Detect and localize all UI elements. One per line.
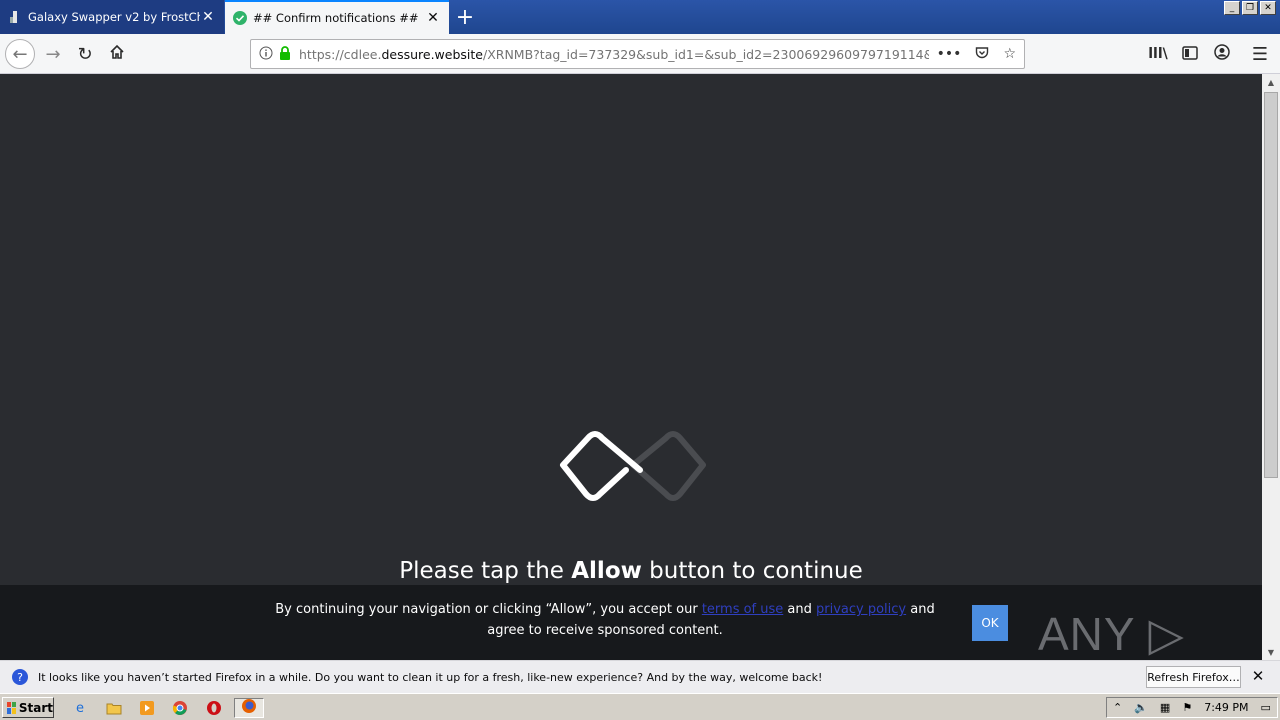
account-icon xyxy=(1214,43,1230,65)
page-content: Please tap the Allow button to continue … xyxy=(0,74,1262,660)
url-path: /XRNMB?tag_id=737329&sub_id1=&sub_id2=23… xyxy=(482,46,974,62)
restore-button[interactable]: ❐ xyxy=(1242,1,1258,15)
action-center-flag-icon[interactable]: ⚑ xyxy=(1182,701,1192,714)
reload-icon: ↻ xyxy=(77,43,93,65)
anyrun-watermark: ANY ▷ RUN xyxy=(1038,608,1185,660)
tab-strip: Galaxy Swapper v2 by FrostChanger ✕ ## C… xyxy=(0,0,1280,34)
show-desktop-icon[interactable]: ▭ xyxy=(1261,701,1271,714)
network-icon[interactable]: ▦ xyxy=(1160,701,1170,714)
bookmark-star-icon[interactable]: ☆ xyxy=(1003,46,1016,64)
clock[interactable]: 7:49 PM xyxy=(1204,701,1248,714)
scrollbar-thumb[interactable] xyxy=(1264,92,1278,478)
menu-button[interactable]: ☰ xyxy=(1245,39,1275,69)
folder-icon[interactable] xyxy=(104,698,124,718)
notification-message: It looks like you haven’t started Firefo… xyxy=(38,670,823,684)
consent-text: By continuing your navigation or clickin… xyxy=(255,599,955,641)
window-controls: _ ❐ ✕ xyxy=(1224,1,1276,15)
check-circle-icon xyxy=(233,11,247,25)
new-tab-button[interactable]: + xyxy=(452,4,478,30)
headline-text-end: button to continue xyxy=(641,558,863,584)
ok-button[interactable]: OK xyxy=(972,605,1008,641)
opera-icon[interactable] xyxy=(204,698,224,718)
tray-expand-icon[interactable]: ⌃ xyxy=(1113,701,1122,714)
tab-confirm-notifications[interactable]: ## Confirm notifications ## ✕ xyxy=(225,0,449,34)
hamburger-menu-icon: ☰ xyxy=(1251,43,1269,65)
nav-bar: ← → ↻ https://cdlee. dessure.website/XRNM… xyxy=(0,34,1280,74)
refresh-firefox-button[interactable]: Refresh Firefox… xyxy=(1146,666,1241,688)
scroll-up-icon[interactable]: ▲ xyxy=(1262,74,1280,90)
ie-icon[interactable]: e xyxy=(70,698,90,718)
sidebar-button[interactable] xyxy=(1175,39,1205,69)
windows-logo-icon xyxy=(7,701,16,714)
scroll-down-icon[interactable]: ▼ xyxy=(1262,644,1280,660)
url-bar[interactable]: https://cdlee. dessure.website/XRNMB?tag_… xyxy=(250,39,1025,69)
minimize-button[interactable]: _ xyxy=(1224,1,1240,15)
arrow-right-icon: → xyxy=(45,43,61,65)
close-tab-icon[interactable]: ✕ xyxy=(425,10,441,26)
site-favicon-icon xyxy=(8,10,22,24)
forward-button[interactable]: → xyxy=(38,39,68,69)
url-prefix: https://cdlee. xyxy=(299,46,382,62)
close-notification-icon[interactable]: ✕ xyxy=(1250,667,1266,685)
tab-title: Galaxy Swapper v2 by FrostChanger xyxy=(28,10,200,24)
page-scrollbar[interactable]: ▲ ▼ xyxy=(1262,74,1280,660)
system-tray: ⌃ 🔈 ▦ ⚑ 7:49 PM ▭ xyxy=(1106,697,1278,718)
page-headline: Please tap the Allow button to continue xyxy=(0,558,1262,584)
media-player-icon[interactable] xyxy=(137,698,157,718)
back-button[interactable]: ← xyxy=(5,39,35,69)
tab-title: ## Confirm notifications ## xyxy=(253,11,419,25)
headline-bold-text: Allow xyxy=(571,558,642,584)
consent-text-part: By continuing your navigation or clickin… xyxy=(275,602,702,617)
start-label: Start xyxy=(18,700,53,715)
library-button[interactable]: lll\ xyxy=(1143,39,1173,69)
question-icon: ? xyxy=(12,669,28,685)
volume-icon[interactable]: 🔈 xyxy=(1134,701,1148,714)
home-icon xyxy=(109,44,125,65)
consent-text-part: and xyxy=(783,602,816,617)
privacy-policy-link[interactable]: privacy policy xyxy=(816,602,906,617)
tab-galaxy-swapper[interactable]: Galaxy Swapper v2 by FrostChanger ✕ xyxy=(0,0,224,34)
reload-button[interactable]: ↻ xyxy=(70,39,100,69)
firefox-taskbar-button[interactable] xyxy=(234,698,264,718)
arrow-left-icon: ← xyxy=(12,43,28,65)
sidebar-icon xyxy=(1182,44,1198,65)
info-icon[interactable] xyxy=(259,46,273,63)
chrome-icon[interactable] xyxy=(170,698,190,718)
notification-bar: ? It looks like you haven’t started Fire… xyxy=(0,660,1280,693)
taskbar: Start e ⌃ 🔈 ▦ ⚑ 7:49 PM ▭ xyxy=(0,693,1280,720)
home-button[interactable] xyxy=(102,39,132,69)
infinity-loader-icon xyxy=(558,420,708,513)
pocket-icon[interactable] xyxy=(975,46,989,64)
start-button[interactable]: Start xyxy=(2,697,54,718)
lock-icon[interactable] xyxy=(279,45,291,63)
close-tab-icon[interactable]: ✕ xyxy=(200,9,216,25)
library-icon: lll\ xyxy=(1148,46,1168,62)
account-button[interactable] xyxy=(1207,39,1237,69)
close-window-button[interactable]: ✕ xyxy=(1260,1,1276,15)
firefox-icon xyxy=(241,698,257,718)
terms-of-use-link[interactable]: terms of use xyxy=(702,602,783,617)
headline-text: Please tap the xyxy=(399,558,572,584)
more-actions-icon[interactable]: ••• xyxy=(937,46,962,64)
url-host: dessure.website xyxy=(381,46,483,62)
url-actions: ••• ☆ xyxy=(928,46,1016,64)
